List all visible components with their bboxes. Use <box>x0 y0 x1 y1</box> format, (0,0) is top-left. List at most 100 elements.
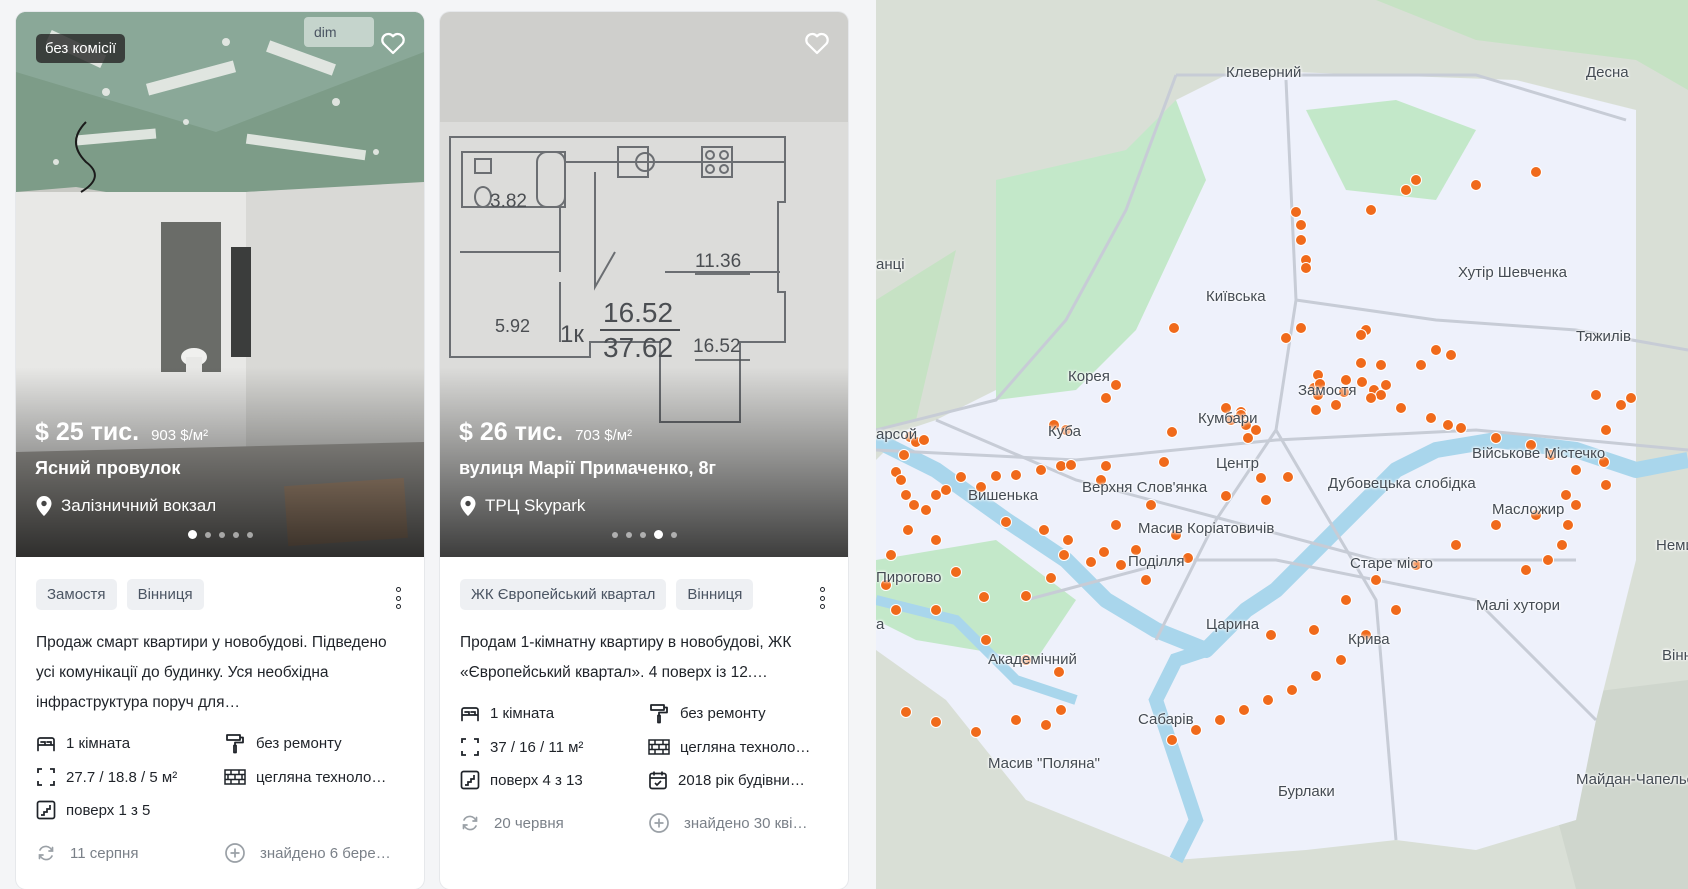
listing-marker[interactable] <box>1355 357 1367 369</box>
listing-marker[interactable] <box>1380 379 1392 391</box>
listing-marker[interactable] <box>1140 574 1152 586</box>
listing-marker[interactable] <box>1310 670 1322 682</box>
listing-marker[interactable] <box>1455 422 1467 434</box>
listing-card[interactable]: 3.82 11.36 5.92 1к 16.52 37.62 16.52 $ 2… <box>440 12 848 889</box>
listing-marker[interactable] <box>918 434 930 446</box>
listing-marker[interactable] <box>1058 549 1070 561</box>
photo-dot[interactable] <box>670 531 677 538</box>
listing-marker[interactable] <box>1335 654 1347 666</box>
tag-city[interactable]: Вінниця <box>126 579 204 610</box>
listing-card[interactable]: dim без комісії $ 25 тис. 903 $/м² Ясний… <box>16 12 424 889</box>
map-panel[interactable]: Клеверний Десна Хутір Шевченка Київська Тяжи… <box>876 0 1688 889</box>
listing-marker[interactable] <box>1560 489 1572 501</box>
listing-marker[interactable] <box>908 499 920 511</box>
photo-pagination[interactable] <box>16 530 424 539</box>
listing-marker[interactable] <box>898 449 910 461</box>
listing-marker[interactable] <box>895 474 907 486</box>
listing-marker[interactable] <box>1260 494 1272 506</box>
listing-marker[interactable] <box>1262 694 1274 706</box>
listing-marker[interactable] <box>1035 464 1047 476</box>
listing-marker[interactable] <box>1425 412 1437 424</box>
listing-marker[interactable] <box>1214 714 1226 726</box>
listing-marker[interactable] <box>1570 499 1582 511</box>
listing-marker[interactable] <box>1100 460 1112 472</box>
listing-marker[interactable] <box>900 706 912 718</box>
listing-marker[interactable] <box>1098 546 1110 558</box>
listing-marker[interactable] <box>978 591 990 603</box>
listing-marker[interactable] <box>1370 574 1382 586</box>
listing-marker[interactable] <box>1330 399 1342 411</box>
listing-marker[interactable] <box>1290 206 1302 218</box>
listing-marker[interactable] <box>1295 219 1307 231</box>
listing-marker[interactable] <box>1625 392 1637 404</box>
listing-marker[interactable] <box>980 634 992 646</box>
photo-dot[interactable] <box>187 530 197 539</box>
listing-marker[interactable] <box>970 726 982 738</box>
listing-marker[interactable] <box>1010 469 1022 481</box>
listing-marker[interactable] <box>950 566 962 578</box>
listing-marker[interactable] <box>1255 472 1267 484</box>
listing-marker[interactable] <box>1100 392 1112 404</box>
listing-marker[interactable] <box>1040 719 1052 731</box>
listing-marker[interactable] <box>1062 534 1074 546</box>
listing-marker[interactable] <box>1000 516 1012 528</box>
listing-marker[interactable] <box>885 549 897 561</box>
listing-marker[interactable] <box>1415 359 1427 371</box>
listing-marker[interactable] <box>1010 714 1022 726</box>
listing-marker[interactable] <box>1600 424 1612 436</box>
tag-complex[interactable]: ЖК Європейський квартал <box>460 579 667 610</box>
listing-marker[interactable] <box>1115 559 1127 571</box>
listing-marker[interactable] <box>1542 554 1554 566</box>
listing-marker[interactable] <box>1562 519 1574 531</box>
listing-marker[interactable] <box>955 471 967 483</box>
listing-marker[interactable] <box>1395 402 1407 414</box>
listing-marker[interactable] <box>1300 262 1312 274</box>
listing-marker[interactable] <box>1400 184 1412 196</box>
listing-marker[interactable] <box>1145 499 1157 511</box>
photo-pagination[interactable] <box>440 530 848 539</box>
listing-marker[interactable] <box>1110 519 1122 531</box>
heart-outline-icon[interactable] <box>378 28 408 58</box>
photo-dot[interactable] <box>653 530 663 539</box>
listing-marker[interactable] <box>1590 389 1602 401</box>
listing-marker[interactable] <box>1310 404 1322 416</box>
listing-marker[interactable] <box>1445 349 1457 361</box>
listing-marker[interactable] <box>1390 604 1402 616</box>
listing-marker[interactable] <box>930 534 942 546</box>
listing-marker[interactable] <box>902 524 914 536</box>
listing-marker[interactable] <box>1286 684 1298 696</box>
tag-city[interactable]: Вінниця <box>676 579 754 610</box>
listing-marker[interactable] <box>990 470 1002 482</box>
listing-marker[interactable] <box>1295 322 1307 334</box>
listing-marker[interactable] <box>1570 464 1582 476</box>
listing-marker[interactable] <box>1038 524 1050 536</box>
photo-dot[interactable] <box>639 531 646 538</box>
listing-marker[interactable] <box>1442 419 1454 431</box>
listing-marker[interactable] <box>1356 376 1368 388</box>
listing-marker[interactable] <box>920 504 932 516</box>
listing-marker[interactable] <box>1220 490 1232 502</box>
photo-dot[interactable] <box>232 531 239 538</box>
listing-marker[interactable] <box>1158 456 1170 468</box>
listing-marker[interactable] <box>1055 460 1067 472</box>
listing-marker[interactable] <box>1238 704 1250 716</box>
listing-marker[interactable] <box>1530 166 1542 178</box>
photo-dot[interactable] <box>246 531 253 538</box>
listing-marker[interactable] <box>1282 471 1294 483</box>
listing-marker[interactable] <box>1045 572 1057 584</box>
listing-marker[interactable] <box>1355 329 1367 341</box>
listing-marker[interactable] <box>930 604 942 616</box>
street-address[interactable]: Ясний провулок <box>35 458 180 479</box>
heart-outline-icon[interactable] <box>802 28 832 58</box>
listing-marker[interactable] <box>1265 629 1277 641</box>
listing-marker[interactable] <box>1055 704 1067 716</box>
listing-marker[interactable] <box>1490 519 1502 531</box>
location[interactable]: Залізничний вокзал <box>35 495 216 517</box>
listing-marker[interactable] <box>1365 204 1377 216</box>
listing-marker[interactable] <box>1065 459 1077 471</box>
listing-marker[interactable] <box>1556 539 1568 551</box>
listing-marker[interactable] <box>1520 564 1532 576</box>
listing-marker[interactable] <box>900 489 912 501</box>
listing-marker[interactable] <box>1410 174 1422 186</box>
listing-marker[interactable] <box>1365 392 1377 404</box>
